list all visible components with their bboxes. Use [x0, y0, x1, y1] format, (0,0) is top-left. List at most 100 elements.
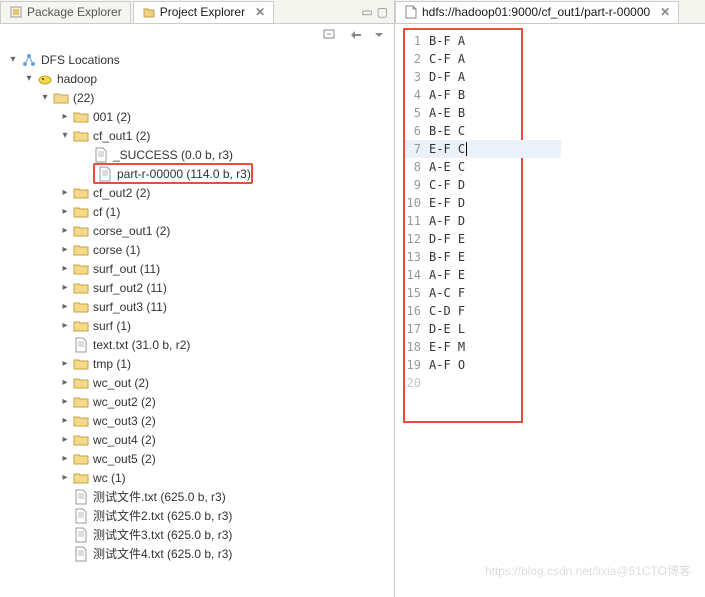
tree-item[interactable]: surf_out (11) — [4, 259, 390, 278]
editor-line[interactable]: 17D-E L — [405, 320, 521, 338]
view-menu-icon[interactable] — [374, 30, 384, 40]
tree-item[interactable]: wc_out3 (2) — [4, 411, 390, 430]
line-text: B-F E — [429, 250, 465, 264]
tree-item[interactable]: 测试文件.txt (625.0 b, r3) — [4, 487, 390, 506]
twisty-closed[interactable] — [60, 188, 70, 198]
tree-item[interactable]: DFS Locations — [4, 50, 390, 69]
editor-line[interactable]: 10E-F D — [405, 194, 521, 212]
maximize-icon[interactable]: ▢ — [377, 5, 388, 19]
twisty-closed[interactable] — [60, 397, 70, 407]
line-number: 6 — [405, 124, 429, 138]
tree-item[interactable]: corse_out1 (2) — [4, 221, 390, 240]
editor-line[interactable]: 9C-F D — [405, 176, 521, 194]
close-icon[interactable]: ✕ — [255, 5, 265, 19]
editor-line[interactable]: 18E-F M — [405, 338, 521, 356]
tree-item[interactable]: 测试文件3.txt (625.0 b, r3) — [4, 525, 390, 544]
tree-item-label: wc_out (2) — [93, 376, 149, 390]
tree-item[interactable]: tmp (1) — [4, 354, 390, 373]
twisty-closed[interactable] — [60, 435, 70, 445]
link-editor-icon[interactable] — [348, 27, 364, 43]
editor-line[interactable]: 16C-D F — [405, 302, 521, 320]
tree-item[interactable]: wc_out4 (2) — [4, 430, 390, 449]
tree-item-label: tmp (1) — [93, 357, 131, 371]
twisty-closed[interactable] — [60, 416, 70, 426]
editor-line[interactable]: 8A-E C — [405, 158, 521, 176]
line-text: C-F D — [429, 178, 465, 192]
editor-line[interactable]: 6B-E C — [405, 122, 521, 140]
line-number: 10 — [405, 196, 429, 210]
tree-item-label: _SUCCESS (0.0 b, r3) — [113, 148, 233, 162]
tree-item[interactable]: wc_out5 (2) — [4, 449, 390, 468]
twisty-closed[interactable] — [60, 226, 70, 236]
editor-line[interactable]: 11A-F D — [405, 212, 521, 230]
editor-line[interactable]: 7E-F C — [405, 140, 561, 158]
tree-item[interactable]: text.txt (31.0 b, r2) — [4, 335, 390, 354]
folder-icon — [73, 432, 89, 448]
twisty-closed[interactable] — [60, 264, 70, 274]
tree-item[interactable]: 测试文件4.txt (625.0 b, r3) — [4, 544, 390, 563]
line-number: 2 — [405, 52, 429, 66]
editor-line[interactable]: 1B-F A — [405, 32, 521, 50]
tree-item-label: corse_out1 (2) — [93, 224, 170, 238]
editor-line[interactable]: 14A-F E — [405, 266, 521, 284]
line-number: 20 — [405, 376, 429, 390]
tree-item-label: 测试文件4.txt (625.0 b, r3) — [93, 545, 232, 562]
file-icon — [73, 337, 89, 353]
line-number: 1 — [405, 34, 429, 48]
tree-item[interactable]: (22) — [4, 88, 390, 107]
folder-icon — [73, 299, 89, 315]
tree-item[interactable]: cf (1) — [4, 202, 390, 221]
line-number: 15 — [405, 286, 429, 300]
twisty-open[interactable] — [40, 93, 50, 103]
line-number: 19 — [405, 358, 429, 372]
twisty-closed[interactable] — [60, 302, 70, 312]
tree-item[interactable]: wc_out2 (2) — [4, 392, 390, 411]
twisty-closed[interactable] — [60, 473, 70, 483]
tree-item[interactable]: surf_out2 (11) — [4, 278, 390, 297]
twisty-closed[interactable] — [60, 207, 70, 217]
tree-item[interactable]: surf_out3 (11) — [4, 297, 390, 316]
editor-line[interactable]: 12D-F E — [405, 230, 521, 248]
line-text: C-F A — [429, 52, 465, 66]
tree-item[interactable]: wc_out (2) — [4, 373, 390, 392]
project-tree[interactable]: DFS Locationshadoop(22)001 (2)cf_out1 (2… — [0, 46, 394, 597]
tree-item[interactable]: surf (1) — [4, 316, 390, 335]
tree-item[interactable]: _SUCCESS (0.0 b, r3) — [4, 145, 390, 164]
tab-package-explorer[interactable]: Package Explorer — [0, 1, 131, 23]
editor-line[interactable]: 3D-F A — [405, 68, 521, 86]
tree-item[interactable]: part-r-00000 (114.0 b, r3) — [4, 164, 390, 183]
twisty-closed[interactable] — [60, 112, 70, 122]
collapse-all-icon[interactable] — [322, 27, 338, 43]
tree-item[interactable]: 001 (2) — [4, 107, 390, 126]
twisty-open[interactable] — [8, 55, 18, 65]
twisty-open[interactable] — [24, 74, 34, 84]
twisty-open[interactable] — [60, 131, 70, 141]
tree-item[interactable]: corse (1) — [4, 240, 390, 259]
tree-item[interactable]: wc (1) — [4, 468, 390, 487]
twisty-closed[interactable] — [60, 283, 70, 293]
tree-item[interactable]: hadoop — [4, 69, 390, 88]
twisty-closed[interactable] — [60, 454, 70, 464]
editor-line[interactable]: 4A-F B — [405, 86, 521, 104]
close-icon[interactable]: ✕ — [660, 5, 670, 19]
twisty-closed[interactable] — [60, 359, 70, 369]
editor-line[interactable]: 15A-C F — [405, 284, 521, 302]
tree-item[interactable]: 测试文件2.txt (625.0 b, r3) — [4, 506, 390, 525]
minimize-icon[interactable]: ▭ — [361, 5, 372, 19]
editor[interactable]: 1B-F A2C-F A3D-F A4A-F B5A-E B6B-E C7E-F… — [395, 24, 705, 597]
twisty-closed[interactable] — [60, 245, 70, 255]
tree-item[interactable]: cf_out1 (2) — [4, 126, 390, 145]
editor-line-empty[interactable]: 20 — [405, 374, 521, 392]
tree-item-label: wc_out2 (2) — [93, 395, 156, 409]
editor-line[interactable]: 5A-E B — [405, 104, 521, 122]
editor-line[interactable]: 2C-F A — [405, 50, 521, 68]
tab-project-explorer[interactable]: Project Explorer ✕ — [133, 1, 274, 23]
twisty-closed[interactable] — [60, 378, 70, 388]
editor-tab[interactable]: hdfs://hadoop01:9000/cf_out1/part-r-0000… — [395, 1, 679, 23]
editor-content-box: 1B-F A2C-F A3D-F A4A-F B5A-E B6B-E C7E-F… — [403, 28, 523, 423]
tree-item[interactable]: cf_out2 (2) — [4, 183, 390, 202]
twisty-closed[interactable] — [60, 321, 70, 331]
editor-line[interactable]: 13B-F E — [405, 248, 521, 266]
editor-line[interactable]: 19A-F O — [405, 356, 521, 374]
line-text: A-E C — [429, 160, 465, 174]
